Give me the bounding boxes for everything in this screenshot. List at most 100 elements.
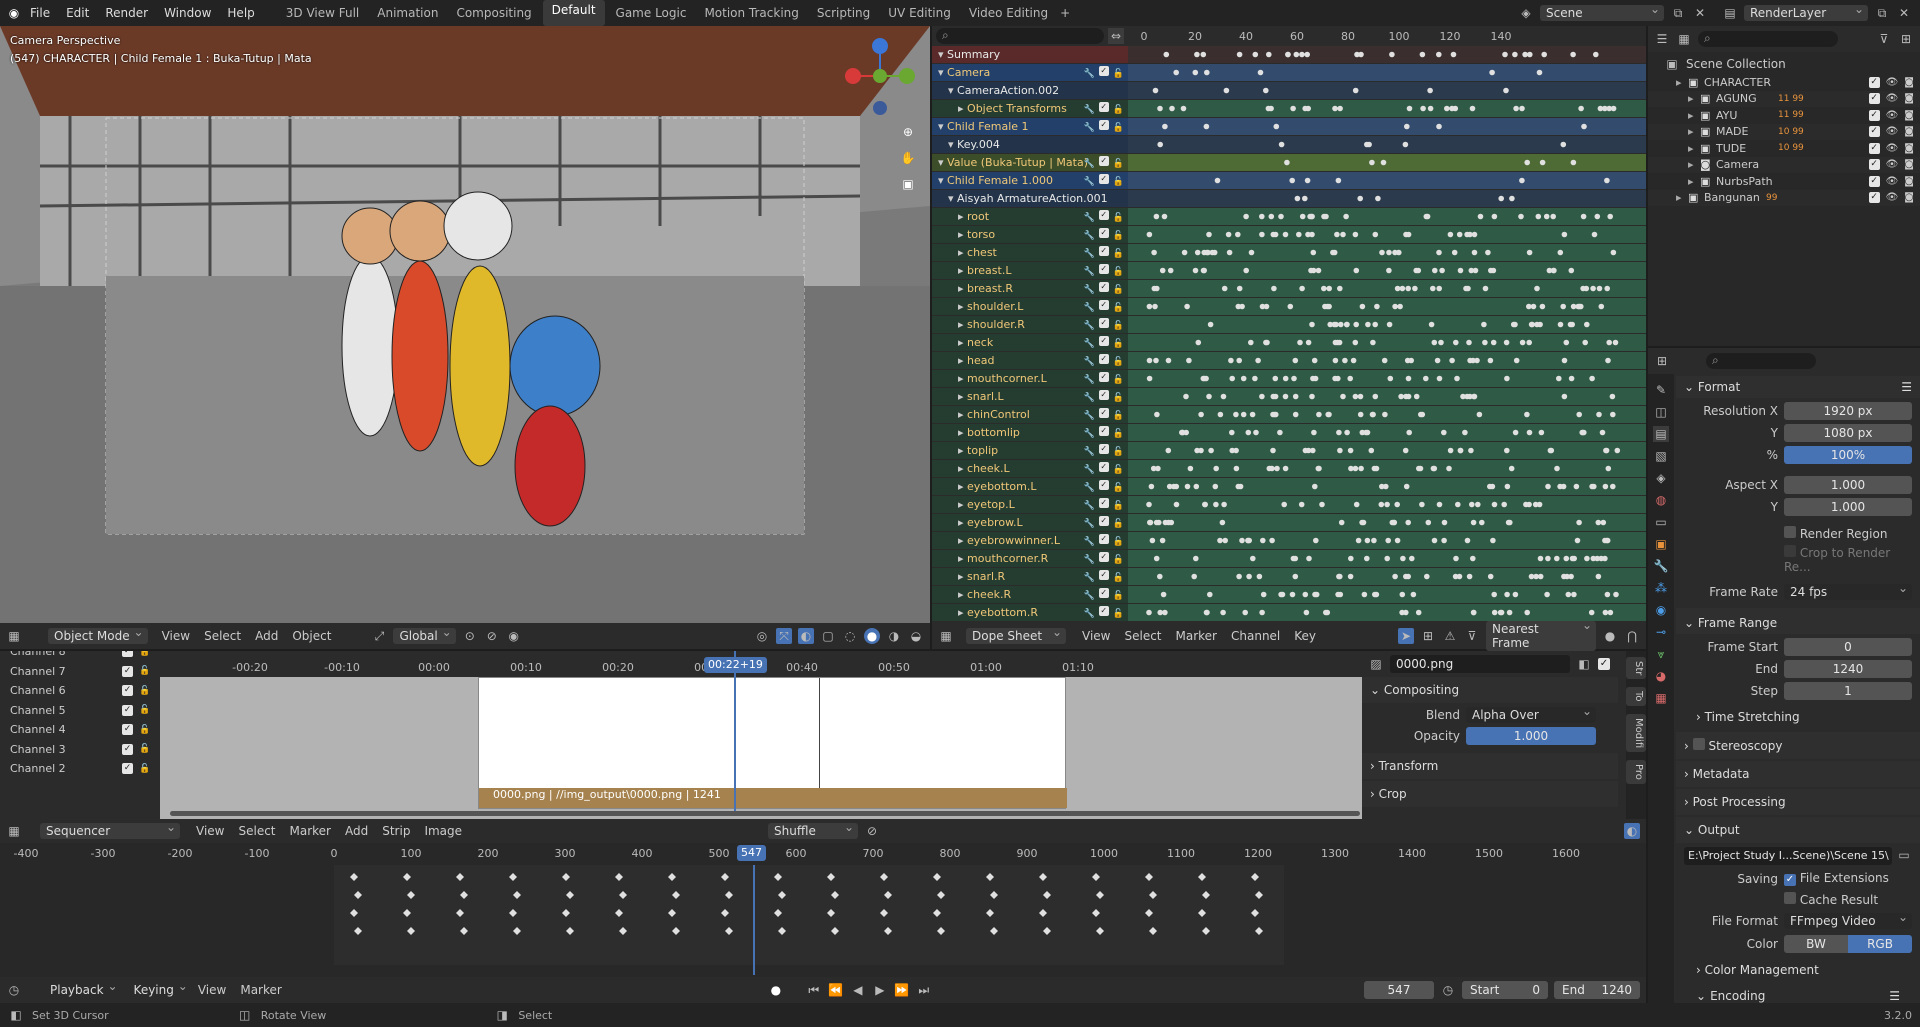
keyframe-track[interactable] [1128,280,1646,297]
dopesheet-row[interactable]: ▸ chest 🔧 ✓ 🔓 [932,244,1646,261]
object-mode-selector[interactable]: Object Mode [48,625,148,644]
viewport-menu-view[interactable]: View [162,629,190,643]
workspace-tab-scripting[interactable]: Scripting [808,0,879,26]
transform-orientation-icon[interactable]: ⤢ [371,628,387,644]
workspace-tab-uv-editing[interactable]: UV Editing [879,0,960,26]
output-path-field[interactable]: E:\Project Study I...Scene)\Scene 15\ [1684,847,1892,865]
compositing-panel[interactable]: ⌄ Compositing [1362,677,1618,703]
keyframe-point[interactable] [1213,465,1219,472]
keyframe-point[interactable] [1436,285,1442,292]
expand-arrow-icon[interactable]: ▸ [958,570,967,583]
keyframe-point[interactable] [1441,519,1448,526]
keyframe-point[interactable] [1524,609,1530,616]
keyframe-point[interactable] [1589,375,1595,382]
keyframe-track[interactable] [1128,550,1646,567]
keyframe-point[interactable] [1563,339,1570,346]
keyframe-point[interactable] [1400,555,1406,562]
keyframe-point[interactable] [1570,159,1577,166]
fcurve-modifier-icon[interactable]: 🔧 [1084,354,1095,369]
lock-icon[interactable]: 🔓 [1113,264,1124,279]
sequencer-mode-selector[interactable]: Sequencer [40,820,180,839]
prev-keyframe-icon[interactable]: ⏪ [828,982,844,998]
keyframe-point[interactable] [1181,249,1188,256]
keyframe-track[interactable] [1128,136,1646,153]
keyframe-point[interactable] [1297,339,1303,346]
fcurve-modifier-icon[interactable]: 🔧 [1084,498,1095,513]
object-tab-icon[interactable]: ▣ [1653,536,1669,552]
keyframe-point[interactable] [1512,429,1519,436]
keyframe-track[interactable] [1128,460,1646,477]
keyframe-point[interactable] [1368,447,1375,454]
keyframe-point[interactable] [1272,231,1279,238]
keyframe-point[interactable] [1405,285,1411,292]
expand-arrow-icon[interactable]: ▾ [938,66,947,79]
keyframe-point[interactable] [1405,231,1412,238]
keyframe-point[interactable] [1198,447,1204,454]
keyframe-point[interactable] [1179,429,1186,436]
keyframe-point[interactable] [1604,285,1610,292]
mute-checkbox[interactable]: ✓ [1098,444,1109,454]
keyframe-point[interactable] [1512,321,1518,328]
end-frame-field[interactable]: End 1240 [1554,981,1640,999]
dopesheet-menu-channel[interactable]: Channel [1231,629,1280,643]
keyframe-point[interactable] [1364,141,1370,148]
keyframe-point[interactable] [1353,501,1360,508]
keyframe-point[interactable] [1379,249,1385,256]
keyframe-point[interactable] [1289,177,1295,184]
expand-arrow-icon[interactable]: ▾ [938,120,947,133]
keyframe-point[interactable] [1490,537,1496,544]
expand-arrow-icon[interactable]: ▸ [958,426,967,439]
keyframe-point[interactable] [1154,411,1160,418]
keyframe-point[interactable] [1299,213,1306,220]
keyframe-point[interactable] [1392,303,1398,310]
record-icon[interactable]: ● [768,982,784,998]
sequencer-editor-icon[interactable]: ▦ [6,823,22,839]
keyframe-point[interactable] [1259,303,1266,310]
expand-arrow-icon[interactable]: ▸ [958,516,967,529]
keyframe-point[interactable] [1353,267,1360,274]
snap-mode-selector[interactable]: Nearest Frame [1486,618,1596,651]
keyframe-point[interactable] [1159,537,1166,544]
render-camera-icon[interactable]: ◙ [1904,192,1914,203]
eye-icon[interactable]: 👁 [1886,126,1899,137]
keyframe-point[interactable] [1526,249,1533,256]
keyframe-point[interactable] [1342,357,1348,364]
keyframe-point[interactable] [1330,249,1336,256]
keyframe-track[interactable] [1128,244,1646,261]
keyframe-point[interactable] [1403,483,1410,490]
strip-enabled-checkbox[interactable]: ✓ [1598,658,1610,670]
keyframe-point[interactable] [1513,105,1519,112]
keyframe-point[interactable] [1268,213,1275,220]
outliner-item[interactable]: ▸ ▣ Bangunan 99 ✓ 👁 ◙ [1648,189,1920,206]
keyframe-point[interactable] [1292,411,1299,418]
mute-checkbox[interactable]: ✓ [1098,300,1109,310]
keyframe-track[interactable] [1128,406,1646,423]
expand-arrow-icon[interactable]: ▸ [958,318,967,331]
keyframe-point[interactable] [1359,303,1366,310]
keyframe-point[interactable] [1338,519,1345,526]
keyframe-point[interactable] [1609,393,1616,400]
lock-icon[interactable]: 🔓 [1113,282,1124,297]
keyframe-point[interactable] [1200,51,1207,58]
blender-logo-icon[interactable]: ◉ [6,5,22,21]
workspace-tab-motion-tracking[interactable]: Motion Tracking [695,0,807,26]
keyframe-point[interactable] [1561,393,1568,400]
start-frame-field[interactable]: Start 0 [1462,981,1548,999]
keyframe-point[interactable] [1402,141,1409,148]
lock-icon[interactable]: 🔓 [1113,210,1124,225]
keyframe-point[interactable] [1491,501,1498,508]
keyframe-point[interactable] [1352,393,1359,400]
add-workspace-icon[interactable]: + [1057,5,1073,21]
keyframe-point[interactable] [1441,537,1447,544]
dopesheet-row[interactable]: ▾ Key.004 [932,136,1646,153]
keyframe-track[interactable] [1128,424,1646,441]
channel-mute-checkbox[interactable]: ✓ [122,724,133,735]
keyframe-point[interactable] [1243,267,1249,274]
keyframe-point[interactable] [1610,249,1617,256]
keyframe-point[interactable] [1392,573,1398,580]
keyframe-point[interactable] [1239,303,1245,310]
exclude-checkbox[interactable]: ✓ [1868,109,1880,121]
timeline-current-frame[interactable]: 547 [737,845,766,861]
keyframe-point[interactable] [1315,267,1322,274]
resolution-x-field[interactable]: 1920 px [1784,402,1912,420]
